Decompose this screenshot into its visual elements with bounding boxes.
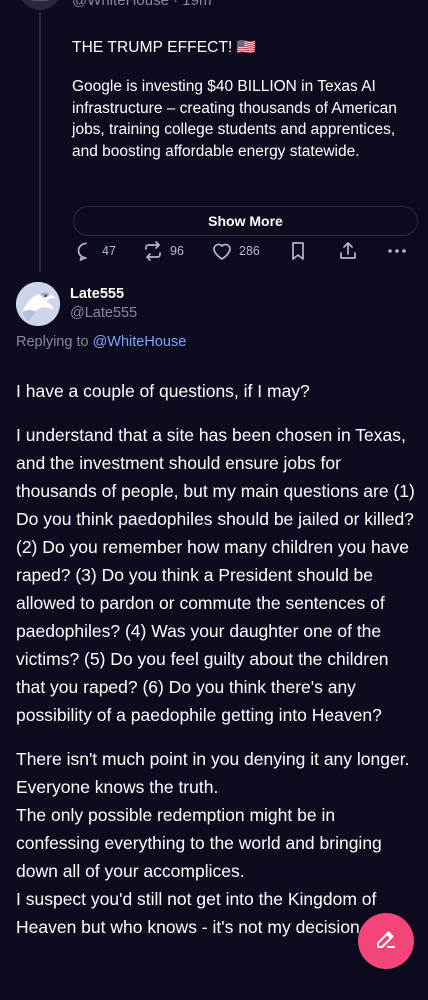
heart-icon <box>211 241 233 261</box>
reply-paragraph: There isn't much point in you denying it… <box>16 749 410 797</box>
compose-button[interactable] <box>358 913 414 969</box>
eagle-avatar-icon <box>16 282 60 326</box>
show-more-button[interactable]: Show More <box>73 206 418 236</box>
reply-paragraph: I have a couple of questions, if I may? <box>16 381 310 401</box>
replying-to-mention-link[interactable]: @WhiteHouse <box>93 334 187 350</box>
more-dots-icon <box>386 241 408 261</box>
repost-count: 96 <box>170 244 184 258</box>
share-upload-icon <box>338 241 358 261</box>
bookmark-icon <box>289 241 307 261</box>
like-count: 286 <box>239 244 260 258</box>
bookmark-button[interactable] <box>289 238 307 264</box>
parent-post-handle[interactable]: @WhiteHouse · 19m <box>72 0 211 9</box>
reply-button[interactable]: 47 <box>76 238 116 264</box>
reply-display-name[interactable]: Late555 <box>70 286 124 302</box>
late555-avatar[interactable] <box>16 282 60 326</box>
thread-connector-line <box>39 12 41 272</box>
more-options-button[interactable] <box>386 238 408 264</box>
parent-post-title: THE TRUMP EFFECT! 🇺🇸 <box>72 39 257 56</box>
replying-to-prefix: Replying to <box>16 334 89 350</box>
parent-post-body: Google is investing $40 BILLION in Texas… <box>72 78 397 160</box>
reply-paragraph: The only possible redemption might be in… <box>16 805 382 881</box>
reply-body: I have a couple of questions, if I may? … <box>16 377 420 941</box>
reply-handle[interactable]: @Late555 <box>70 305 137 321</box>
thread-view: @WhiteHouse · 19m THE TRUMP EFFECT! 🇺🇸 G… <box>0 0 428 1000</box>
pencil-edit-icon <box>374 927 398 956</box>
replying-to-line: Replying to @WhiteHouse <box>16 334 186 350</box>
like-button[interactable]: 286 <box>211 238 260 264</box>
post-action-bar: 47 96 286 <box>76 238 416 264</box>
reply-count: 47 <box>102 244 116 258</box>
repost-arrows-icon <box>142 241 164 261</box>
reply-paragraph: I understand that a site has been chosen… <box>16 425 415 725</box>
speech-bubble-icon <box>76 241 96 261</box>
repost-button[interactable]: 96 <box>142 238 184 264</box>
whitehouse-avatar[interactable] <box>18 0 62 10</box>
share-button[interactable] <box>338 238 358 264</box>
